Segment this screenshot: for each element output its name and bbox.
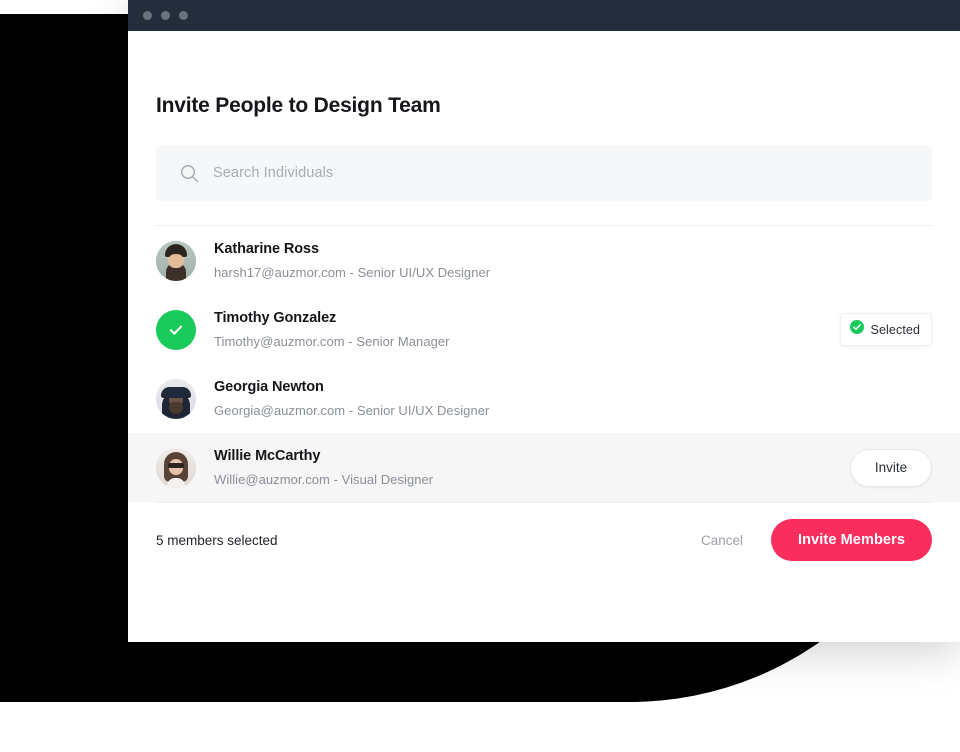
window-title-bar [128,0,960,31]
list-item-text: Katharine Ross harsh17@auzmor.com - Seni… [214,240,932,281]
avatar [156,378,196,419]
list-item-action: Selected [839,313,932,346]
cancel-button[interactable]: Cancel [687,525,757,556]
window-close-dot[interactable] [143,11,152,20]
members-selected-count: 5 members selected [156,532,278,548]
invite-button[interactable]: Invite [850,448,932,487]
list-item[interactable]: Katharine Ross harsh17@auzmor.com - Seni… [156,226,932,295]
person-name: Timothy Gonzalez [214,310,337,327]
window-maximize-dot[interactable] [179,11,188,20]
person-meta: Willie@auzmor.com - Visual Designer [214,472,434,488]
dialog-footer: 5 members selected Cancel Invite Members [156,503,932,577]
avatar-selected-check [156,309,196,350]
person-name: Willie McCarthy [214,448,321,465]
person-name: Georgia Newton [214,379,324,396]
browser-window: Invite People to Design Team Search Indi… [128,0,960,642]
status-badge-label: Selected [870,322,920,337]
invite-members-button[interactable]: Invite Members [771,519,932,561]
people-list: Katharine Ross harsh17@auzmor.com - Seni… [128,226,960,502]
avatar [156,240,196,281]
dialog-content: Invite People to Design Team Search Indi… [128,31,960,642]
page-title: Invite People to Design Team [156,94,441,117]
person-meta: Georgia@auzmor.com - Senior UI/UX Design… [214,403,490,419]
person-meta: harsh17@auzmor.com - Senior UI/UX Design… [214,265,491,281]
search-input[interactable]: Search Individuals [213,165,333,181]
list-item-text: Willie McCarthy Willie@auzmor.com - Visu… [214,447,850,488]
list-item-text: Timothy Gonzalez Timothy@auzmor.com - Se… [214,309,840,350]
status-badge[interactable]: Selected [839,313,932,346]
list-item-text: Georgia Newton Georgia@auzmor.com - Seni… [214,378,932,419]
check-circle-icon [849,320,864,339]
list-item[interactable]: Georgia Newton Georgia@auzmor.com - Seni… [156,364,932,433]
search-icon [180,164,199,183]
list-item[interactable]: Timothy Gonzalez Timothy@auzmor.com - Se… [156,295,932,364]
person-name: Katharine Ross [214,241,319,258]
avatar [156,447,196,488]
check-icon [169,325,183,335]
window-minimize-dot[interactable] [161,11,170,20]
list-item-action: Invite [850,448,932,487]
search-bar[interactable]: Search Individuals [156,145,932,201]
screenshot-stage: Invite People to Design Team Search Indi… [0,0,960,752]
list-item[interactable]: Willie McCarthy Willie@auzmor.com - Visu… [128,433,960,502]
person-meta: Timothy@auzmor.com - Senior Manager [214,334,450,350]
